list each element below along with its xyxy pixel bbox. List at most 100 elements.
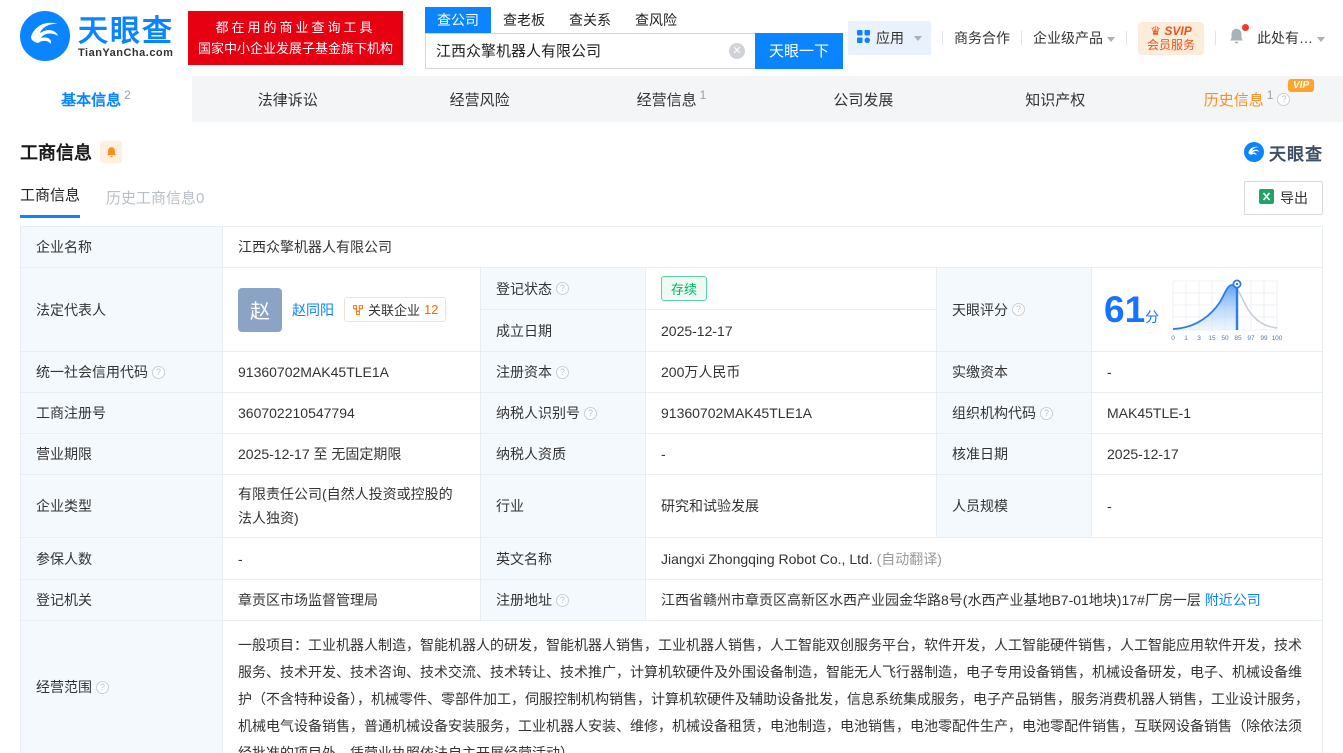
user-account-menu[interactable]: 此处有… — [1257, 28, 1325, 48]
help-icon[interactable]: ? — [1040, 406, 1053, 420]
svg-text:0: 0 — [1171, 335, 1175, 342]
tab-legal-proceedings[interactable]: 法律诉讼 — [192, 76, 384, 122]
enterprise-products-menu[interactable]: 企业级产品 — [1033, 28, 1115, 48]
establish-date-value: 2025-12-17 — [661, 322, 733, 339]
status-date-block: 登记状态? 存续 成立日期 2025-12-17 — [481, 268, 937, 351]
divider — [1125, 31, 1127, 45]
help-icon[interactable]: ? — [1012, 303, 1025, 316]
search-area: 查公司 查老板 查关系 查风险 ✕ 天眼一下 — [425, 6, 844, 69]
legal-representative-link[interactable]: 赵同阳 — [292, 300, 334, 320]
tab-basic-info[interactable]: 基本信息 2 — [0, 76, 192, 122]
business-cooperation-link[interactable]: 商务合作 — [954, 28, 1010, 48]
registered-address-value: 江西省赣州市章贡区高新区水西产业园金华路8号(水西产业基地B7-01地块)17#… — [661, 590, 1261, 610]
registration-status-value: 存续 — [646, 268, 936, 309]
table-row: 统一社会信用代码? 91360702MAK45TLE1A 注册资本? 200万人… — [21, 352, 1322, 393]
table-row: 企业名称 江西众擎机器人有限公司 — [21, 227, 1322, 268]
company-nav-tabs: 基本信息 2 法律诉讼 经营风险 经营信息 1 公司发展 知识产权 VIP 历史信息… — [0, 76, 1343, 122]
taxpayer-id-value: 91360702MAK45TLE1A — [646, 393, 937, 433]
english-name-value: Jiangxi Zhongqing Robot Co., Ltd. (自动翻译) — [661, 550, 942, 567]
industry-value: 研究和试验发展 — [646, 475, 937, 537]
taxpayer-id-label: 纳税人识别号? — [481, 393, 646, 433]
organization-code-value: MAK45TLE-1 — [1107, 405, 1192, 421]
notification-bell-icon[interactable] — [1227, 24, 1249, 49]
apps-label: 应用 — [875, 30, 904, 46]
registered-address-label: 注册地址? — [481, 580, 646, 620]
chevron-down-icon — [913, 35, 922, 41]
help-icon[interactable]: ? — [96, 680, 109, 694]
help-icon[interactable]: ? — [584, 406, 597, 420]
avatar[interactable]: 赵 — [238, 287, 282, 332]
company-type-label: 企业类型 — [21, 475, 223, 537]
insured-count-label: 参保人数 — [21, 538, 223, 579]
staff-size-value: - — [1107, 498, 1112, 514]
subtab-business-info[interactable]: 工商信息 — [20, 184, 81, 218]
top-header: 天眼查 TianYanCha.com 都在用的商业查询工具 国家中小企业发展子基… — [0, 0, 1343, 76]
apps-menu[interactable]: 应用 — [847, 21, 931, 55]
search-tab-relation[interactable]: 查关系 — [557, 7, 623, 33]
brand-domain: TianYanCha.com — [78, 47, 174, 59]
apps-grid-icon — [856, 30, 870, 46]
registration-number-value: 360702210547794 — [223, 393, 481, 433]
tab-intellectual-property[interactable]: 知识产权 — [959, 76, 1151, 122]
nearby-companies-link[interactable]: 附近公司 — [1205, 590, 1261, 610]
company-name-label: 企业名称 — [21, 227, 223, 267]
crown-icon: ♛ — [1150, 23, 1165, 38]
help-icon[interactable]: ? — [556, 282, 569, 295]
help-icon[interactable]: ? — [152, 365, 165, 379]
svg-text:15: 15 — [1209, 335, 1217, 342]
registration-status-label: 登记状态? — [481, 268, 646, 309]
registered-capital-label: 注册资本? — [481, 352, 646, 392]
english-name-label: 英文名称 — [481, 538, 646, 579]
approval-date-label: 核准日期 — [937, 434, 1092, 474]
brand-name: 天眼查 — [78, 15, 174, 48]
score-unit: 分 — [1145, 309, 1160, 325]
svip-member-button[interactable]: ♛ SVIP 会员服务 — [1137, 21, 1204, 55]
vip-badge: VIP — [1288, 79, 1315, 92]
tab-operation-risk[interactable]: 经营风险 — [384, 76, 576, 122]
tab-operation-info[interactable]: 经营信息 1 — [576, 76, 768, 122]
tab-history-info[interactable]: VIP 历史信息 1 ? — [1151, 76, 1343, 122]
excel-icon — [1259, 189, 1274, 207]
subtab-history-business-info[interactable]: 历史工商信息0 — [106, 187, 204, 218]
legal-representative-value: 赵 赵同阳 关联企业 12 — [223, 268, 481, 351]
promo-line2: 国家中小企业发展子基金旗下机构 — [198, 41, 394, 56]
business-term-label: 营业期限 — [21, 434, 223, 474]
tab-company-development[interactable]: 公司发展 — [767, 76, 959, 122]
clear-icon[interactable]: ✕ — [729, 42, 746, 59]
legal-representative-label: 法定代表人 — [21, 268, 223, 351]
promo-line1: 都在用的商业查询工具 — [215, 20, 376, 35]
tianyancha-logo-icon — [20, 10, 70, 66]
status-badge: 存续 — [661, 276, 708, 301]
table-row: 工商注册号 360702210547794 纳税人识别号? 91360702MA… — [21, 393, 1322, 434]
table-row: 法定代表人 赵 赵同阳 关联企业 12 登记状态 ? 存续 成立日期 2025-… — [21, 268, 1322, 352]
table-row: 登记机关 章贡区市场监督管理局 注册地址? 江西省赣州市章贡区高新区水西产业园金… — [21, 580, 1322, 621]
approval-date-value: 2025-12-17 — [1107, 446, 1179, 462]
help-icon[interactable]: ? — [556, 365, 569, 379]
business-info-table: 企业名称 江西众擎机器人有限公司 法定代表人 赵 赵同阳 关联企业 12 登记状… — [20, 226, 1323, 753]
auto-translate-note: (自动翻译) — [876, 550, 942, 567]
business-scope-label: 经营范围? — [21, 621, 223, 753]
search-tab-risk[interactable]: 查风险 — [623, 7, 689, 33]
search-tab-boss[interactable]: 查老板 — [491, 7, 557, 33]
help-icon[interactable]: ? — [556, 593, 569, 607]
svg-text:97: 97 — [1248, 335, 1256, 342]
search-button[interactable]: 天眼一下 — [755, 32, 844, 69]
export-button[interactable]: 导出 — [1244, 181, 1323, 215]
svg-text:3: 3 — [1197, 335, 1201, 342]
paid-in-capital-label: 实缴资本 — [937, 352, 1092, 392]
search-tab-company[interactable]: 查公司 — [425, 6, 492, 33]
divider — [941, 31, 943, 45]
divider — [1020, 31, 1022, 45]
svg-text:50: 50 — [1222, 335, 1230, 342]
tianyancha-logo[interactable]: 天眼查 TianYanCha.com — [20, 10, 174, 66]
search-input[interactable] — [425, 32, 756, 69]
tianyan-score-value: 61分 0 1 3 15 50 85 97 99 100 — [1092, 268, 1324, 351]
subscribe-bell-icon[interactable] — [100, 141, 122, 163]
promo-banner: 都在用的商业查询工具 国家中小企业发展子基金旗下机构 — [188, 11, 404, 65]
watermark-logo: 天眼查 — [1244, 140, 1323, 165]
help-icon[interactable]: ? — [1277, 92, 1291, 106]
table-row: 营业期限 2025-12-17 至 无固定期限 纳税人资质 - 核准日期 202… — [21, 434, 1322, 475]
related-companies-badge[interactable]: 关联企业 12 — [344, 297, 447, 322]
business-scope-value: 一般项目：工业机器人制造，智能机器人的研发，智能机器人销售，工业机器人销售，人工… — [238, 637, 1309, 753]
svg-text:99: 99 — [1261, 335, 1269, 342]
